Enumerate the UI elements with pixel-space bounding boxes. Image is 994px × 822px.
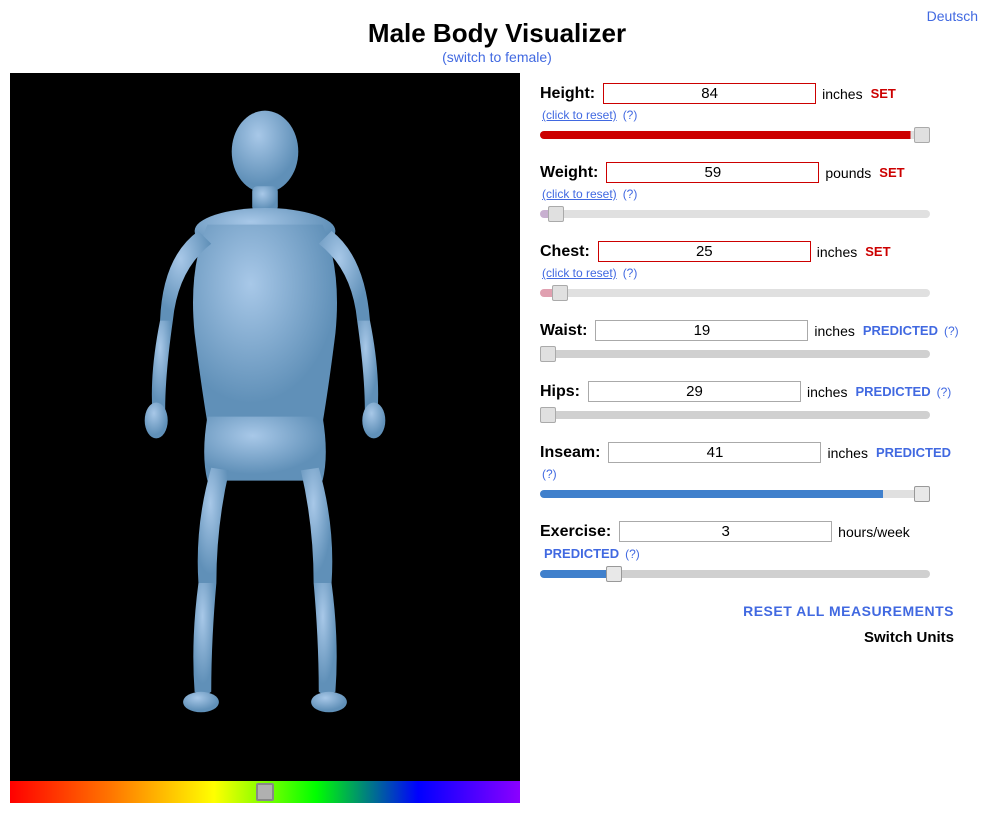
weight-slider-container [540, 205, 964, 223]
inseam-unit: inches [827, 445, 867, 461]
waist-unit: inches [814, 323, 854, 339]
language-link[interactable]: Deutsch [927, 8, 978, 24]
chest-unit: inches [817, 244, 857, 260]
hips-slider-container [540, 406, 964, 424]
height-help[interactable]: (?) [623, 108, 638, 122]
weight-row: Weight: pounds SET (click to reset) (?) [540, 162, 964, 223]
chest-row: Chest: inches SET (click to reset) (?) [540, 241, 964, 302]
inseam-slider-thumb[interactable] [914, 486, 930, 502]
inseam-label: Inseam: [540, 444, 600, 462]
chest-label: Chest: [540, 243, 590, 261]
chest-reset[interactable]: (click to reset) [542, 266, 617, 280]
height-input[interactable] [603, 83, 816, 104]
main-content: Height: inches SET (click to reset) (?) … [0, 73, 994, 803]
bottom-actions: RESET ALL MEASUREMENTS Switch Units [540, 603, 964, 646]
inseam-status: PREDICTED [876, 445, 951, 460]
exercise-unit: hours/week [838, 524, 910, 540]
weight-label: Weight: [540, 164, 598, 182]
inseam-row: Inseam: inches PREDICTED (?) [540, 442, 964, 503]
hips-unit: inches [807, 384, 847, 400]
exercise-slider-container [540, 565, 964, 583]
chest-input[interactable] [598, 241, 811, 262]
weight-unit: pounds [825, 165, 871, 181]
weight-status: SET [879, 165, 904, 180]
exercise-row: Exercise: hours/week PREDICTED (?) [540, 521, 964, 583]
hips-label: Hips: [540, 383, 580, 401]
body-visualizer-panel [10, 73, 520, 803]
page-header: Male Body Visualizer (switch to female) [0, 0, 994, 73]
height-reset[interactable]: (click to reset) [542, 108, 617, 122]
reset-all-button[interactable]: RESET ALL MEASUREMENTS [540, 603, 954, 619]
weight-slider-track[interactable] [540, 210, 930, 218]
exercise-help[interactable]: (?) [625, 547, 640, 561]
height-label: Height: [540, 85, 595, 103]
hips-row: Hips: inches PREDICTED (?) [540, 381, 964, 424]
waist-slider-track[interactable] [540, 350, 930, 358]
height-slider-thumb[interactable] [914, 127, 930, 143]
chest-slider-container [540, 284, 964, 302]
chest-slider-track[interactable] [540, 289, 930, 297]
weight-reset[interactable]: (click to reset) [542, 187, 617, 201]
inseam-slider-track[interactable] [540, 490, 930, 498]
color-bar[interactable] [10, 781, 520, 803]
hips-input[interactable] [588, 381, 801, 402]
body-svg [125, 103, 405, 743]
inseam-input[interactable] [608, 442, 821, 463]
weight-slider-thumb[interactable] [548, 206, 564, 222]
exercise-input[interactable] [619, 521, 832, 542]
waist-status: PREDICTED [863, 323, 938, 338]
waist-input[interactable] [595, 320, 808, 341]
hips-slider-track[interactable] [540, 411, 930, 419]
chest-slider-thumb[interactable] [552, 285, 568, 301]
inseam-help[interactable]: (?) [542, 467, 557, 481]
weight-input[interactable] [606, 162, 819, 183]
waist-help[interactable]: (?) [944, 324, 959, 338]
exercise-slider-thumb[interactable] [606, 566, 622, 582]
waist-slider-thumb[interactable] [540, 346, 556, 362]
exercise-status: PREDICTED [544, 546, 619, 561]
hips-slider-thumb[interactable] [540, 407, 556, 423]
waist-label: Waist: [540, 322, 587, 340]
weight-help[interactable]: (?) [623, 187, 638, 201]
switch-units-button[interactable]: Switch Units [540, 629, 954, 646]
waist-row: Waist: inches PREDICTED (?) [540, 320, 964, 363]
body-figure [10, 73, 520, 773]
waist-slider-container [540, 345, 964, 363]
height-status: SET [871, 86, 896, 101]
hips-status: PREDICTED [855, 384, 930, 399]
color-bar-thumb[interactable] [256, 783, 274, 801]
page-title: Male Body Visualizer [0, 18, 994, 49]
height-slider-container [540, 126, 964, 144]
controls-panel: Height: inches SET (click to reset) (?) … [520, 73, 984, 803]
height-row: Height: inches SET (click to reset) (?) [540, 83, 964, 144]
inseam-slider-container [540, 485, 964, 503]
chest-help[interactable]: (?) [623, 266, 638, 280]
hips-help[interactable]: (?) [937, 385, 952, 399]
height-unit: inches [822, 86, 862, 102]
switch-gender-link[interactable]: (switch to female) [442, 49, 552, 65]
exercise-label: Exercise: [540, 523, 611, 541]
chest-status: SET [865, 244, 890, 259]
height-slider-track[interactable] [540, 131, 930, 139]
exercise-slider-track[interactable] [540, 570, 930, 578]
